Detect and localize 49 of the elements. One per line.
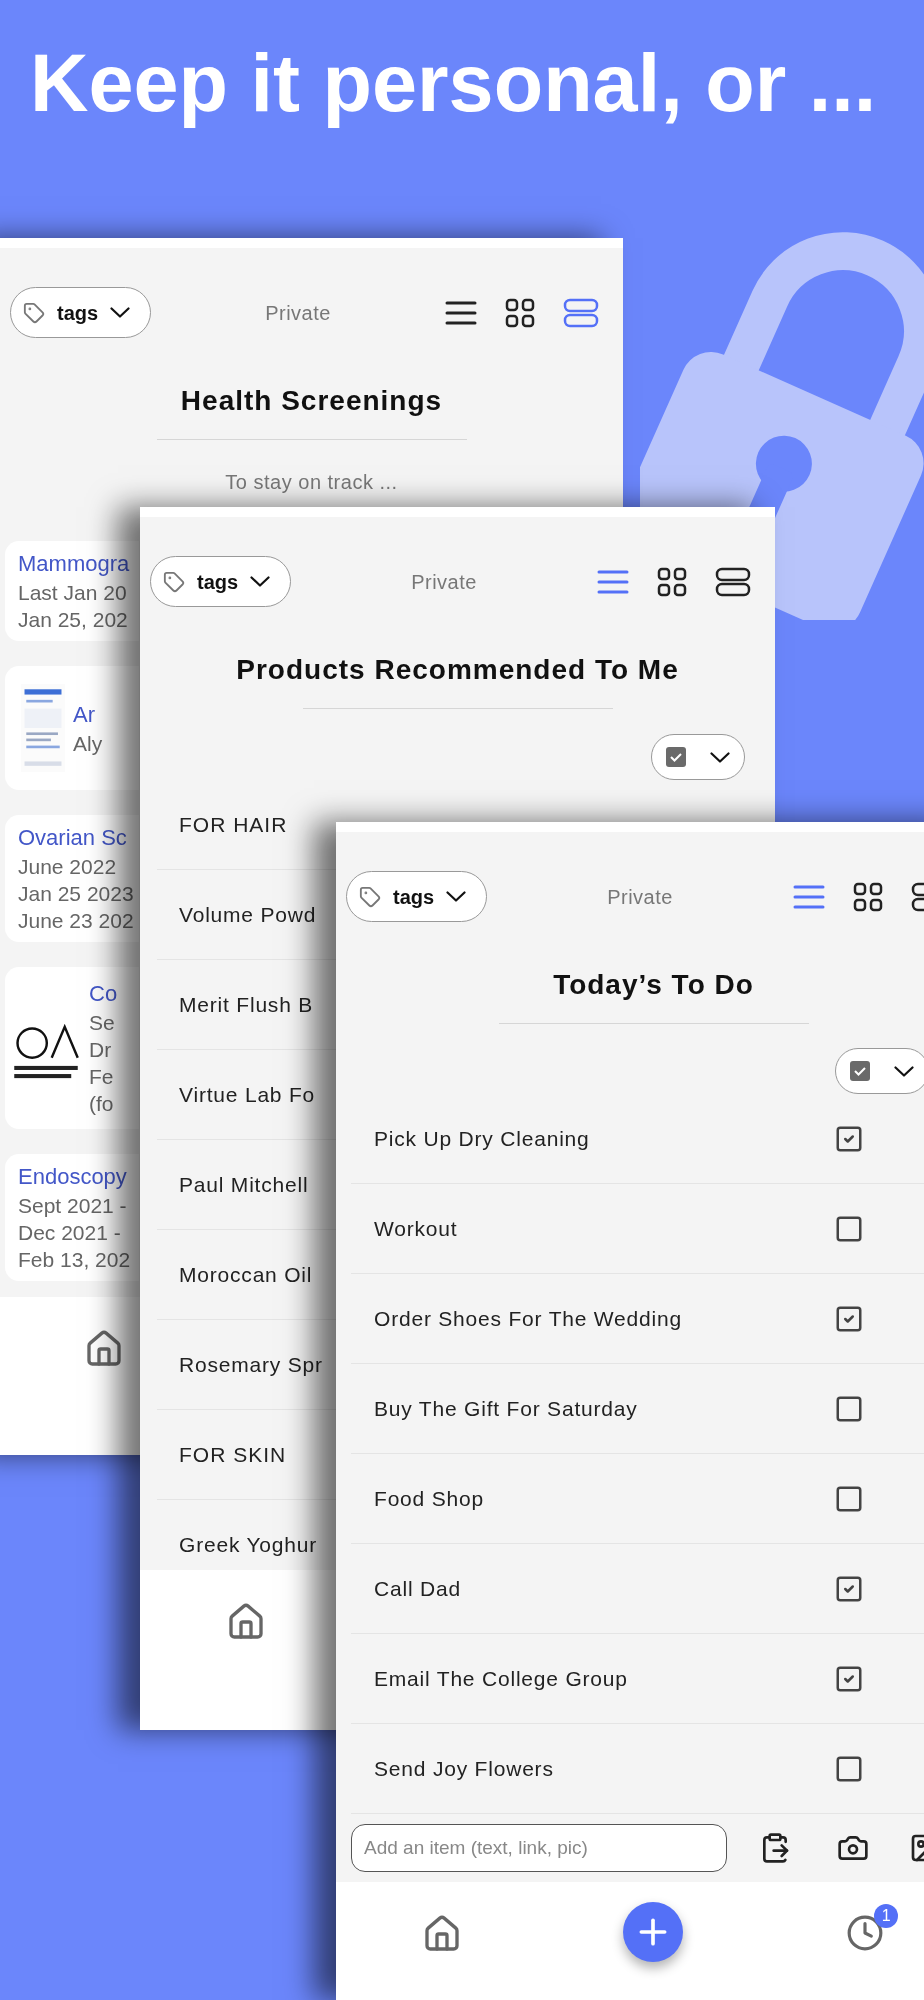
todo-item[interactable]: Order Shoes For The Wedding <box>374 1302 834 1335</box>
todo-item[interactable]: Workout <box>374 1212 834 1245</box>
list-title: Health Screenings <box>179 384 444 418</box>
todo-item[interactable]: Email The College Group <box>374 1662 834 1695</box>
list-item[interactable]: Virtue Lab Fo <box>179 1078 316 1111</box>
entry-detail: June 23 202 <box>18 908 134 934</box>
privacy-label: Private <box>411 569 477 595</box>
privacy-label: Private <box>265 300 331 326</box>
tags-dropdown[interactable]: tags <box>10 287 151 338</box>
headline: Keep it personal, or ... <box>29 37 878 128</box>
list-item[interactable]: Merit Flush B <box>179 988 314 1021</box>
list-title: Products Recommended To Me <box>235 653 680 687</box>
list-item[interactable]: Moroccan Oil <box>179 1258 313 1291</box>
tags-dropdown[interactable]: tags <box>150 556 291 607</box>
todo-item[interactable]: Food Shop <box>374 1482 834 1515</box>
entry-detail: Dr <box>89 1037 112 1063</box>
notification-badge: 1 <box>874 1904 899 1928</box>
section-heading: FOR HAIR <box>179 811 288 838</box>
entry-detail: June 2022 <box>18 854 117 880</box>
todo-item[interactable]: Call Dad <box>374 1572 834 1605</box>
tags-dropdown[interactable]: tags <box>346 871 487 922</box>
entry-card[interactable]: Endoscopy Sept 2021 - Dec 2021 - Feb 13, 202 <box>5 1154 139 1281</box>
entry-detail: Feb 13, 202 <box>18 1247 131 1273</box>
privacy-label: Private <box>607 884 673 910</box>
entry-detail: Last Jan 20 <box>18 580 127 606</box>
entry-title[interactable]: Ar <box>73 699 95 730</box>
entry-detail: (fo <box>89 1091 114 1117</box>
entry-title[interactable]: Co <box>89 979 118 1009</box>
todo-item[interactable]: Send Joy Flowers <box>374 1752 834 1785</box>
list-item[interactable]: Rosemary Spr <box>179 1348 323 1381</box>
entry-title[interactable]: Endoscopy <box>18 1162 127 1192</box>
entry-detail: Se <box>89 1010 115 1036</box>
entry-card[interactable]: Co Se Dr Fe (fo <box>5 967 139 1129</box>
todo-item[interactable]: Buy The Gift For Saturday <box>374 1392 834 1425</box>
entry-detail: Dec 2021 - <box>18 1220 121 1246</box>
entry-detail: Sept 2021 - <box>18 1193 127 1219</box>
list-subtitle: To stay on track ... <box>224 470 399 494</box>
list-item[interactable]: Paul Mitchell <box>179 1168 309 1201</box>
todo-item[interactable]: Pick Up Dry Cleaning <box>374 1122 834 1155</box>
list-title: Today’s To Do <box>552 968 755 1002</box>
entry-title[interactable]: Ovarian Sc <box>18 823 127 853</box>
entry-detail: Aly <box>73 730 103 757</box>
section-heading: FOR SKIN <box>179 1441 287 1468</box>
list-item[interactable]: Greek Yoghur <box>179 1528 318 1561</box>
entry-detail: Jan 25, 202 <box>18 607 128 633</box>
list-item[interactable]: Volume Powd <box>179 898 317 931</box>
add-item-field[interactable]: Add an item (text, link, pic) <box>351 1824 727 1872</box>
entry-detail: Fe <box>89 1064 114 1090</box>
entry-card[interactable]: Ar Aly <box>5 666 139 790</box>
